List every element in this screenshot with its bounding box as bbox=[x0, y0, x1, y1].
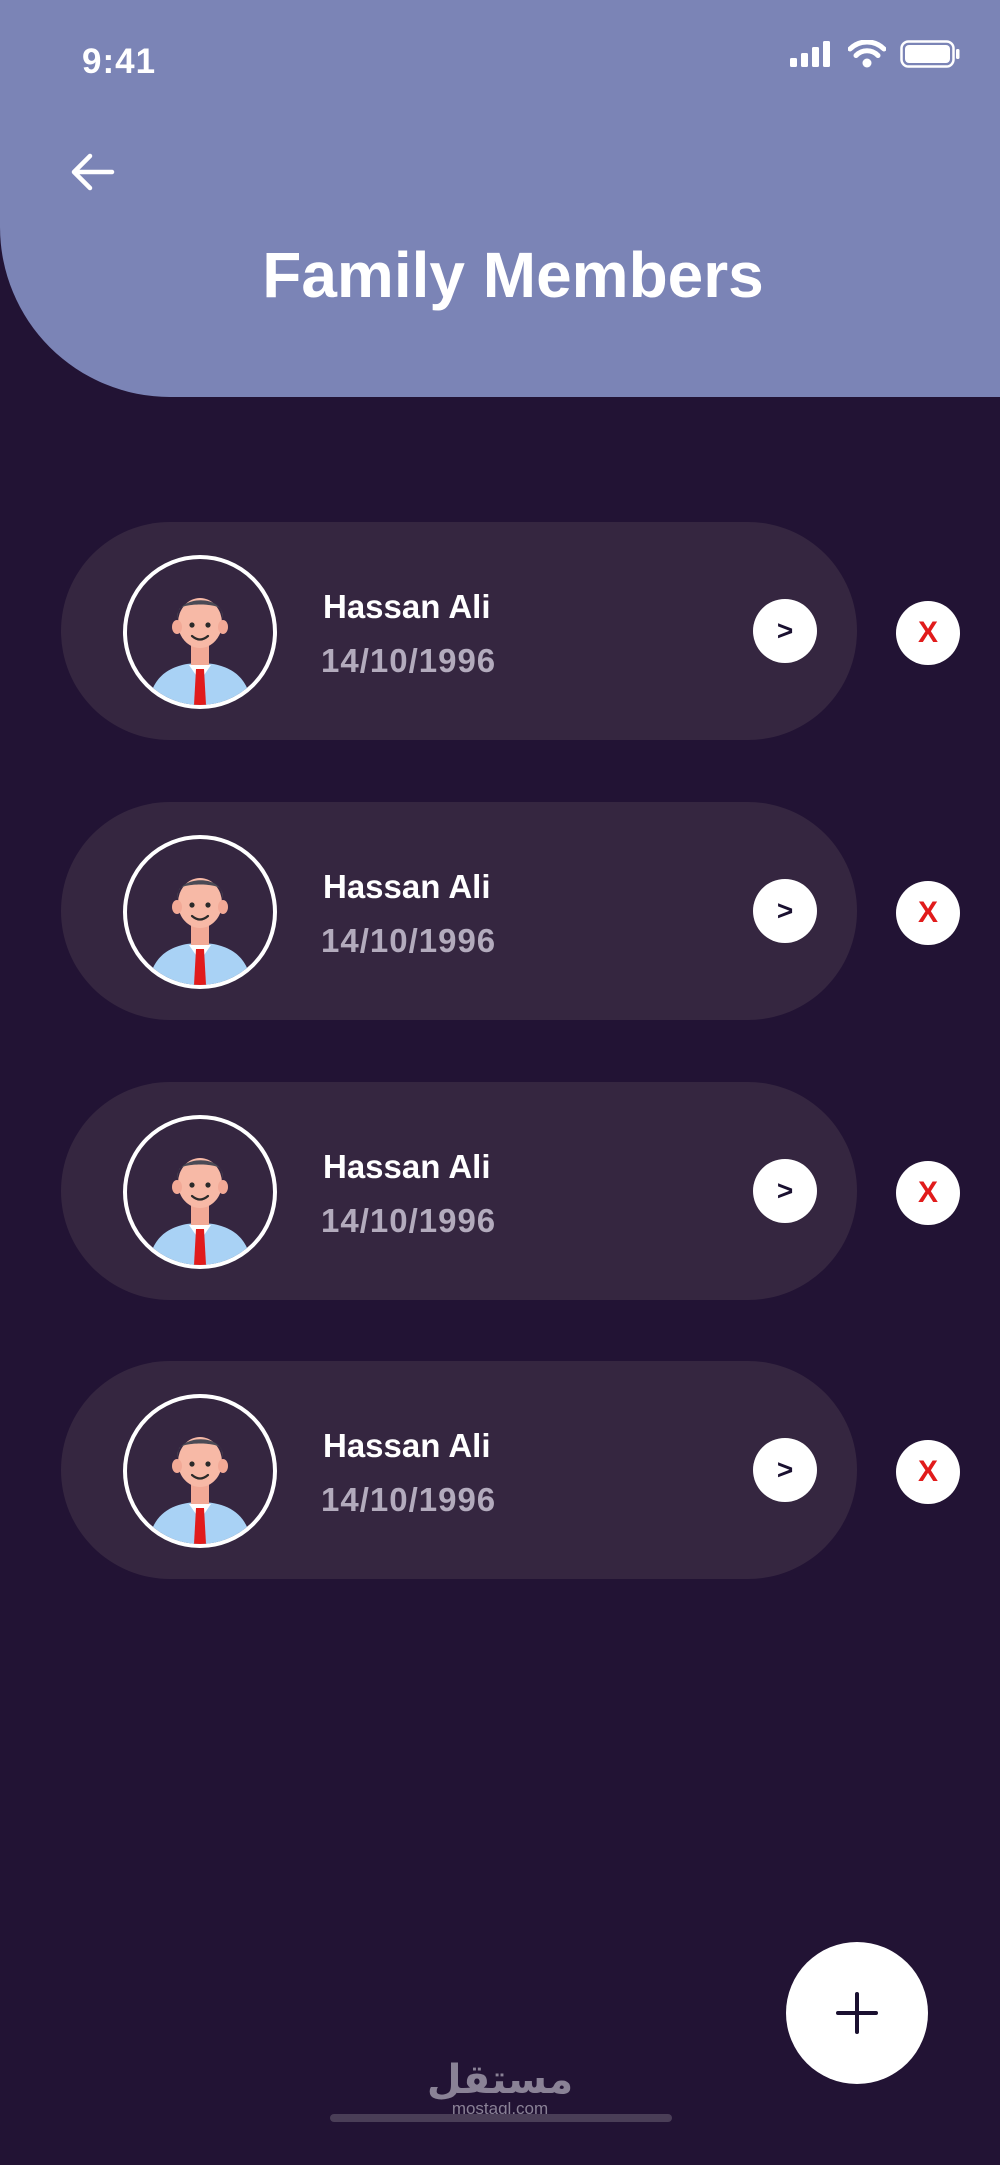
member-name: Hassan Ali bbox=[323, 588, 491, 625]
member-dob: 14/10/1996 bbox=[321, 922, 497, 959]
wifi-icon bbox=[848, 40, 886, 68]
member-dob: 14/10/1996 bbox=[321, 642, 497, 679]
member-card[interactable]: Hassan Ali 14/10/1996 > bbox=[61, 522, 857, 740]
delete-member-button[interactable]: X bbox=[896, 1440, 960, 1504]
arrow-left-icon bbox=[71, 153, 115, 191]
home-indicator bbox=[330, 2114, 672, 2122]
battery-icon bbox=[900, 40, 960, 68]
person-avatar-icon bbox=[123, 835, 277, 989]
delete-member-button[interactable]: X bbox=[896, 881, 960, 945]
watermark: مستقل mostaql.com bbox=[0, 2060, 1000, 2118]
watermark-arabic: مستقل bbox=[426, 2057, 574, 2103]
plus-icon bbox=[836, 1992, 878, 2034]
status-time: 9:41 bbox=[82, 42, 157, 81]
member-card[interactable]: Hassan Ali 14/10/1996 > bbox=[61, 1361, 857, 1579]
open-member-button[interactable]: > bbox=[753, 879, 817, 943]
delete-member-button[interactable]: X bbox=[896, 1161, 960, 1225]
open-member-button[interactable]: > bbox=[753, 599, 817, 663]
member-dob: 14/10/1996 bbox=[321, 1481, 497, 1518]
signal-icon bbox=[790, 41, 830, 67]
status-bar: 9:41 bbox=[0, 0, 1000, 120]
member-card[interactable]: Hassan Ali 14/10/1996 > bbox=[61, 1082, 857, 1300]
back-button[interactable] bbox=[68, 150, 116, 194]
page-title: Family Members bbox=[262, 239, 764, 311]
member-name: Hassan Ali bbox=[323, 1427, 491, 1464]
delete-member-button[interactable]: X bbox=[896, 601, 960, 665]
person-avatar-icon bbox=[123, 555, 277, 709]
member-name: Hassan Ali bbox=[323, 868, 491, 905]
open-member-button[interactable]: > bbox=[753, 1438, 817, 1502]
member-dob: 14/10/1996 bbox=[321, 1202, 497, 1239]
member-name: Hassan Ali bbox=[323, 1148, 491, 1185]
status-icons bbox=[790, 40, 960, 68]
person-avatar-icon bbox=[123, 1115, 277, 1269]
member-card[interactable]: Hassan Ali 14/10/1996 > bbox=[61, 802, 857, 1020]
open-member-button[interactable]: > bbox=[753, 1159, 817, 1223]
person-avatar-icon bbox=[123, 1394, 277, 1548]
